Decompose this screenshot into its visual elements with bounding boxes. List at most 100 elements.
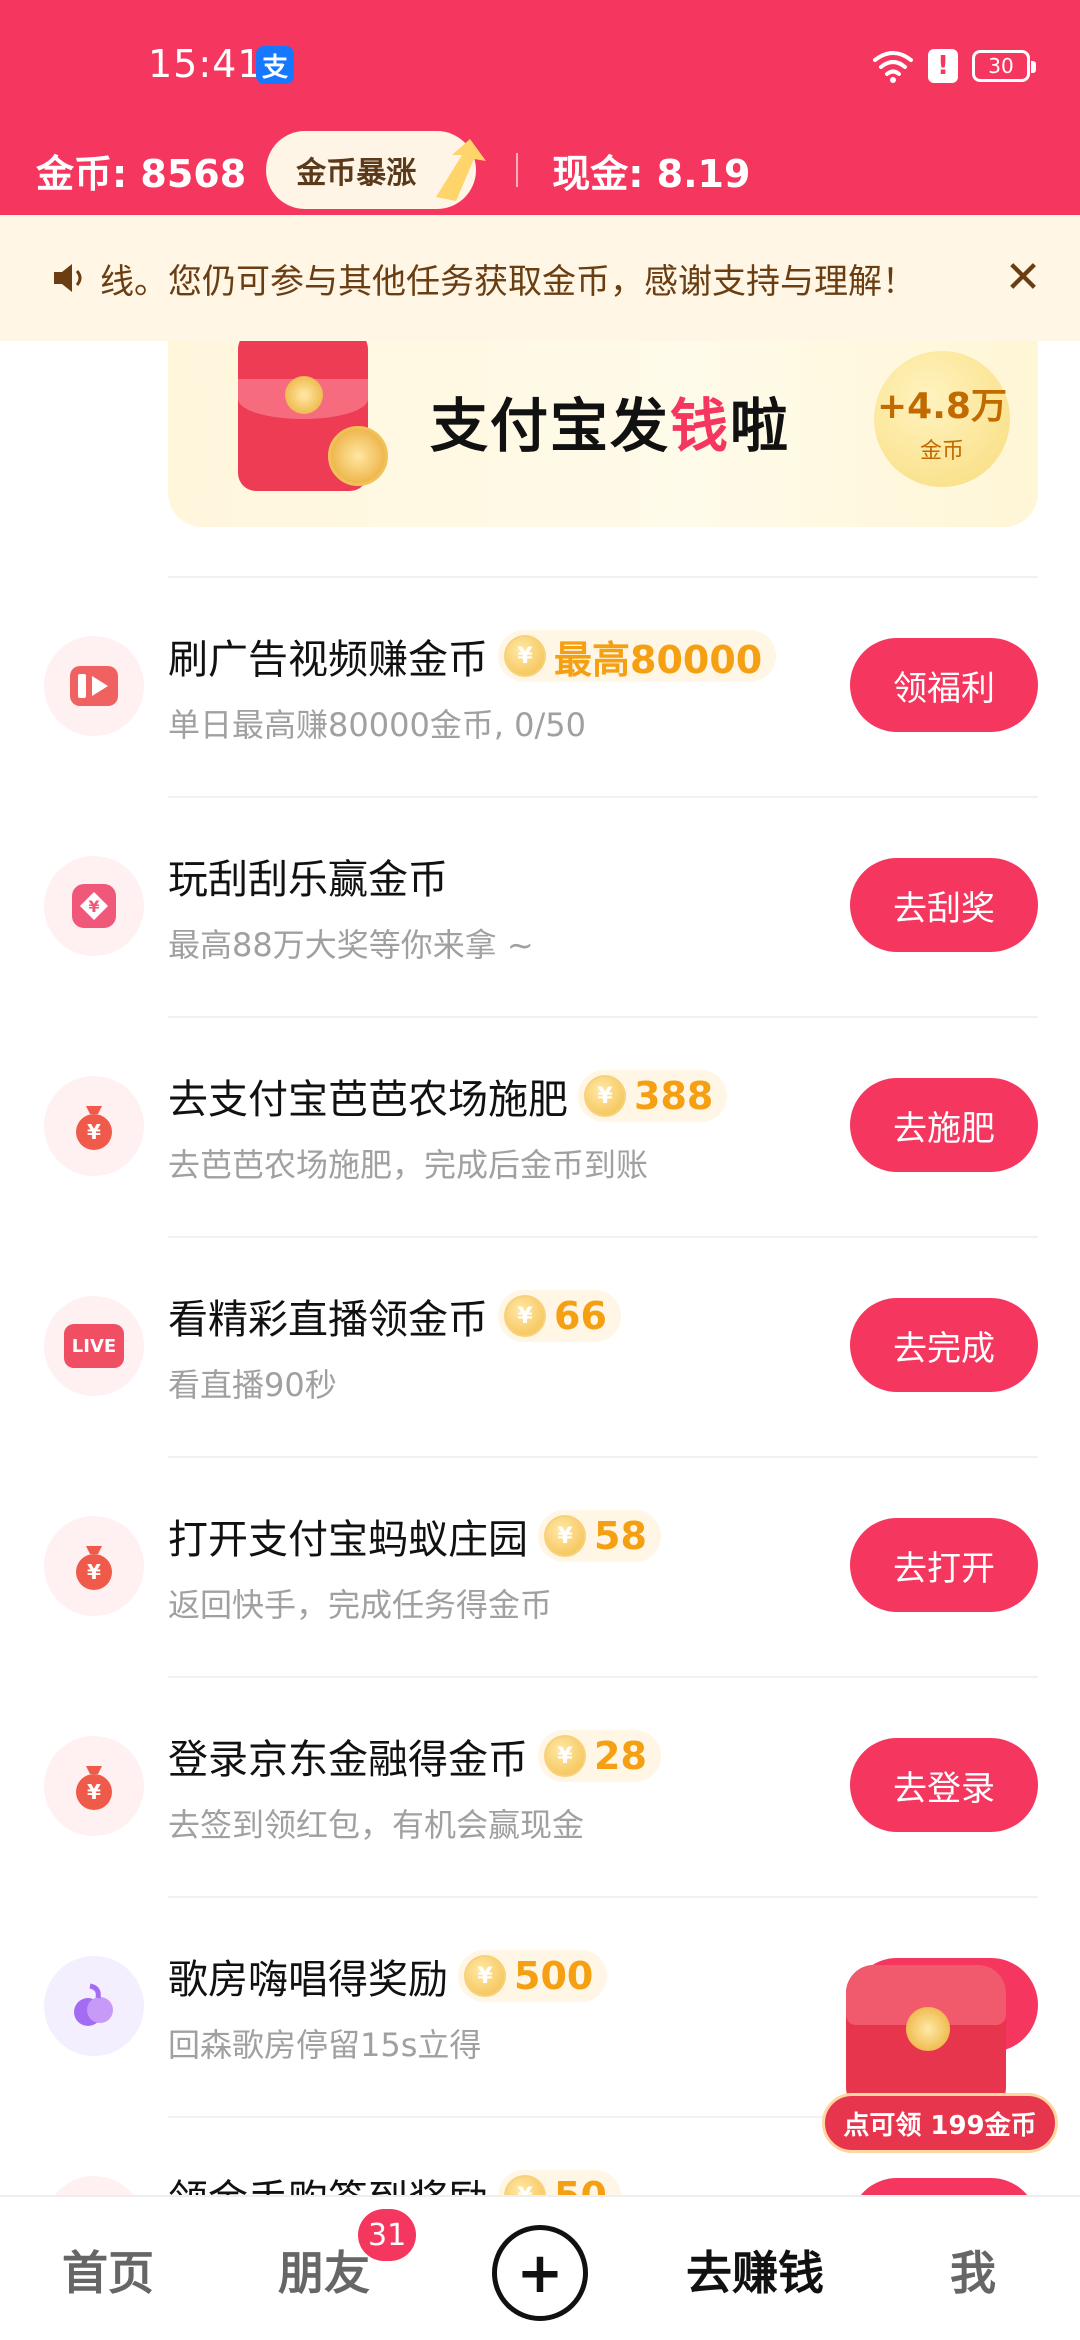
task-live-stream: LIVE 看精彩直播领金币 ¥ 66 看直播90秒 去完成 (0, 1236, 1080, 1456)
login-button[interactable]: 去登录 (850, 1738, 1038, 1832)
alert-icon: ! (928, 49, 958, 83)
balance-row: 金币: 8568 金币暴涨 现金: 8.19 (36, 131, 750, 209)
money-bag-icon: ¥ (44, 1076, 144, 1176)
system-icons: ! 30 (872, 48, 1036, 84)
reward-amount: 66 (554, 1294, 607, 1338)
task-subtitle: 回森歌房停留15s立得 (168, 2026, 482, 2064)
reward-tag: ¥ 28 (538, 1730, 661, 1782)
video-icon (44, 636, 144, 736)
up-arrow-icon (436, 139, 487, 201)
fertilize-button[interactable]: 去施肥 (850, 1078, 1038, 1172)
nav-me[interactable]: 我 (950, 2237, 996, 2303)
task-title-row: 看精彩直播领金币 ¥ 66 (168, 1288, 621, 1344)
banner-reward-badge: +4.8万 金币 (874, 351, 1010, 487)
task-ad-video: 刷广告视频赚金币 ¥ 最高80000 单日最高赚80000金币, 0/50 领福… (0, 576, 1080, 796)
money-bag-icon: ¥ (44, 1516, 144, 1616)
banner-title-part1: 支付宝发 (430, 392, 671, 460)
cash-balance[interactable]: 现金: 8.19 (552, 143, 750, 198)
reward-amount: 388 (634, 1074, 714, 1118)
reward-tag: ¥ 66 (498, 1290, 621, 1342)
alipay-promo-banner[interactable]: 支付宝发钱啦 +4.8万 金币 (168, 341, 1038, 527)
header: 15:41 支 ! 30 金币: 8568 金币暴涨 现金: 8.19 (0, 0, 1080, 215)
reward-amount: 28 (594, 1734, 647, 1778)
svg-text:¥: ¥ (88, 897, 99, 916)
task-scratch-card: ¥ 玩刮刮乐赢金币 最高88万大奖等你来拿 ~ 去刮奖 (0, 796, 1080, 1016)
task-title: 打开支付宝蚂蚁庄园 (168, 1517, 528, 1563)
task-subtitle: 返回快手，完成任务得金币 (168, 1586, 553, 1624)
banner-title: 支付宝发钱啦 (430, 379, 790, 463)
friends-badge: 31 (358, 2209, 417, 2261)
reward-amount: 最高80000 (554, 637, 763, 682)
battery-icon: 30 (972, 50, 1036, 82)
task-title-row: 玩刮刮乐赢金币 (168, 848, 448, 904)
task-title: 去支付宝芭芭农场施肥 (168, 1077, 568, 1123)
notice-bar: 线。您仍可参与其他任务获取金币，感谢支持与理解！ ✕ (0, 215, 1080, 341)
reward-amount: 58 (594, 1514, 647, 1558)
scratch-button[interactable]: 去刮奖 (850, 858, 1038, 952)
coin-icon: ¥ (544, 1515, 586, 1557)
task-subtitle: 去签到领红包，有机会赢现金 (168, 1806, 585, 1844)
close-icon[interactable]: ✕ (1000, 255, 1046, 301)
nav-friends[interactable]: 朋友 (278, 2237, 370, 2303)
complete-button[interactable]: 去完成 (850, 1298, 1038, 1392)
coin-icon (906, 2007, 950, 2051)
task-title-row: 去支付宝芭芭农场施肥 ¥ 388 (168, 1068, 728, 1124)
coin-boost-label: 金币暴涨 (296, 156, 417, 191)
task-title-row: 打开支付宝蚂蚁庄园 ¥ 58 (168, 1508, 661, 1564)
task-title: 刷广告视频赚金币 (168, 637, 488, 683)
open-button[interactable]: 去打开 (850, 1518, 1038, 1612)
task-subtitle: 去芭芭农场施肥，完成后金币到账 (168, 1146, 649, 1184)
floating-reward-label: 点可领 199金币 (822, 2093, 1058, 2153)
coin-icon: ¥ (504, 1295, 546, 1337)
money-bag-icon: ¥ (44, 1736, 144, 1836)
reward-tag: ¥ 500 (458, 1950, 608, 2002)
coin-stack-icon (328, 426, 388, 486)
nav-home[interactable]: 首页 (62, 2237, 154, 2303)
coin-icon: ¥ (584, 1075, 626, 1117)
svg-text:¥: ¥ (87, 1780, 101, 1804)
reward-tag: ¥ 最高80000 (498, 630, 777, 682)
music-app-icon (44, 1956, 144, 2056)
task-title-row: 登录京东金融得金币 ¥ 28 (168, 1728, 661, 1784)
live-label: LIVE (64, 1324, 124, 1368)
task-jd-finance: ¥ 登录京东金融得金币 ¥ 28 去签到领红包，有机会赢现金 去登录 (0, 1676, 1080, 1896)
floating-reward-box[interactable]: 点可领 199金币 (822, 1955, 1058, 2165)
task-subtitle: 单日最高赚80000金币, 0/50 (168, 706, 587, 744)
reward-tag: ¥ 58 (538, 1510, 661, 1562)
scratch-card-icon: ¥ (44, 856, 144, 956)
coin-icon: ¥ (504, 635, 546, 677)
task-subtitle: 最高88万大奖等你来拿 ~ (168, 926, 534, 964)
coin-boost-button[interactable]: 金币暴涨 (266, 131, 487, 209)
header-divider (516, 153, 519, 187)
coin-icon: ¥ (464, 1955, 506, 1997)
live-icon: LIVE (44, 1296, 144, 1396)
svg-text:¥: ¥ (87, 1560, 101, 1584)
banner-reward-amount: +4.8万 (877, 386, 1007, 427)
banner-title-part2: 啦 (730, 392, 791, 460)
svg-text:¥: ¥ (87, 1120, 101, 1144)
page: 15:41 支 ! 30 金币: 8568 金币暴涨 现金: 8.19 线。您仍… (0, 0, 1080, 2340)
task-alipay-farm: ¥ 去支付宝芭芭农场施肥 ¥ 388 去芭芭农场施肥，完成后金币到账 去施肥 (0, 1016, 1080, 1236)
task-subtitle: 看直播90秒 (168, 1366, 337, 1404)
banner-title-highlight: 钱 (670, 392, 731, 460)
gold-knot-icon (285, 376, 323, 414)
reward-tag: ¥ 388 (578, 1070, 728, 1122)
status-time: 15:41 (148, 42, 263, 86)
nav-plus-button[interactable]: + (492, 2225, 588, 2321)
coin-icon: ¥ (544, 1735, 586, 1777)
reward-amount: 500 (514, 1954, 594, 1998)
wifi-icon (873, 51, 913, 83)
task-ant-manor: ¥ 打开支付宝蚂蚁庄园 ¥ 58 返回快手，完成任务得金币 去打开 (0, 1456, 1080, 1676)
notice-text: 线。您仍可参与其他任务获取金币，感谢支持与理解！ (100, 261, 916, 302)
claim-benefit-button[interactable]: 领福利 (850, 638, 1038, 732)
coins-balance: 金币: 8568 (36, 151, 247, 196)
status-bar: 15:41 支 ! 30 (0, 0, 1080, 120)
task-title: 歌房嗨唱得奖励 (168, 1957, 448, 2003)
nav-earn[interactable]: 去赚钱 (686, 2237, 824, 2303)
banner-reward-unit: 金币 (919, 439, 964, 464)
task-title: 玩刮刮乐赢金币 (168, 857, 448, 903)
task-title: 看精彩直播领金币 (168, 1297, 488, 1343)
bottom-nav: 首页 朋友 31 + 去赚钱 我 (0, 2195, 1080, 2340)
task-title-row: 歌房嗨唱得奖励 ¥ 500 (168, 1948, 608, 2004)
alipay-notification-icon: 支 (256, 46, 294, 84)
